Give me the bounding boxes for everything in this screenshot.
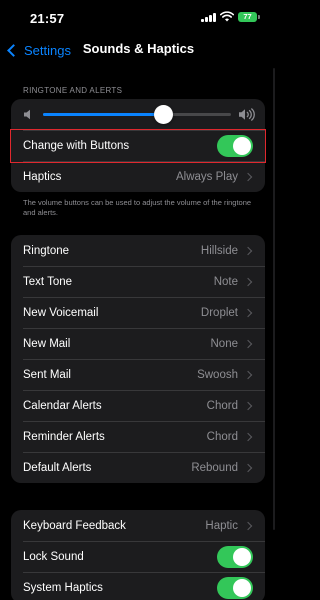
sound-row-text-tone[interactable]: Text Tone Note [11,266,265,297]
lock-sound-label: Lock Sound [23,550,84,563]
chevron-right-icon [243,521,253,530]
change-with-buttons-toggle[interactable] [217,134,253,157]
sound-row-value: Swoosh [197,368,238,381]
volume-slider-fill [43,113,164,116]
back-button[interactable]: Settings [6,40,71,60]
sound-row-sent-mail[interactable]: Sent Mail Swoosh [11,359,265,390]
speaker-low-icon [24,109,30,120]
volume-footnote: The volume buttons can be used to adjust… [23,198,252,217]
system-haptics-row: System Haptics [11,572,265,600]
sound-row-label: New Mail [23,337,71,350]
back-button-label: Settings [24,42,71,58]
status-bar: 21:57 77 [0,0,277,36]
wifi-icon [220,11,234,22]
chevron-right-icon [243,463,253,472]
chevron-right-icon [243,432,253,441]
sound-row-ringtone[interactable]: Ringtone Hillside [11,235,265,266]
toggle-knob [233,136,251,155]
sound-row-value: Note [213,275,238,288]
sound-row-label: New Voicemail [23,306,99,319]
sound-row-value: Chord [206,430,238,443]
keyboard-feedback-label: Keyboard Feedback [23,519,126,532]
scroll-indicator[interactable] [273,68,275,530]
navigation-bar: Sounds & Haptics Settings [0,36,277,64]
chevron-right-icon [243,277,253,286]
sound-row-label: Sent Mail [23,368,71,381]
lock-sound-row: Lock Sound [11,541,265,572]
haptics-row[interactable]: Haptics Always Play [11,161,265,192]
sound-row-value: Chord [206,399,238,412]
system-haptics-label: System Haptics [23,581,103,594]
change-with-buttons-row: Change with Buttons [11,130,265,161]
sound-row-new-voicemail[interactable]: New Voicemail Droplet [11,297,265,328]
system-haptics-toggle[interactable] [217,576,253,599]
chevron-right-icon [243,401,253,410]
volume-slider-row [11,99,265,130]
back-chevron-icon [7,43,20,57]
section-header-ringtone: RINGTONE AND ALERTS [23,86,123,95]
haptics-value: Always Play [176,170,238,183]
battery-level: 77 [243,12,252,21]
chevron-right-icon [243,339,253,348]
system-sounds-group: Keyboard Feedback Haptic Lock Sound Syst… [11,510,265,600]
battery-tip [258,15,260,19]
sound-row-label: Ringtone [23,244,70,257]
sound-row-label: Reminder Alerts [23,430,105,443]
signal-icon [201,13,216,22]
sound-row-label: Calendar Alerts [23,399,102,412]
sound-row-label: Default Alerts [23,461,92,474]
sound-row-value: Hillside [200,244,238,257]
sound-row-new-mail[interactable]: New Mail None [11,328,265,359]
keyboard-feedback-row[interactable]: Keyboard Feedback Haptic [11,510,265,541]
sound-row-value: None [210,337,239,350]
status-time: 21:57 [30,11,65,26]
sound-row-value: Droplet [200,306,238,319]
sound-row-calendar-alerts[interactable]: Calendar Alerts Chord [11,390,265,421]
toggle-knob [233,578,251,597]
chevron-right-icon [243,246,253,255]
sound-row-default-alerts[interactable]: Default Alerts Rebound [11,452,265,483]
keyboard-feedback-value: Haptic [205,519,238,532]
sound-row-reminder-alerts[interactable]: Reminder Alerts Chord [11,421,265,452]
ringtone-alerts-group: Change with Buttons Haptics Always Play [11,99,265,192]
chevron-right-icon [243,172,253,181]
sound-row-value: Rebound [191,461,238,474]
speaker-high-icon [239,108,255,121]
haptics-label: Haptics [23,170,62,183]
change-with-buttons-label: Change with Buttons [23,139,130,152]
toggle-knob [233,547,251,566]
chevron-right-icon [243,370,253,379]
chevron-right-icon [243,308,253,317]
battery-icon: 77 [238,12,257,22]
sounds-group: Ringtone Hillside Text Tone Note New Voi… [11,235,265,483]
lock-sound-toggle[interactable] [217,545,253,568]
sound-row-label: Text Tone [23,275,73,288]
volume-slider-thumb[interactable] [153,105,173,124]
volume-slider[interactable] [43,105,231,124]
